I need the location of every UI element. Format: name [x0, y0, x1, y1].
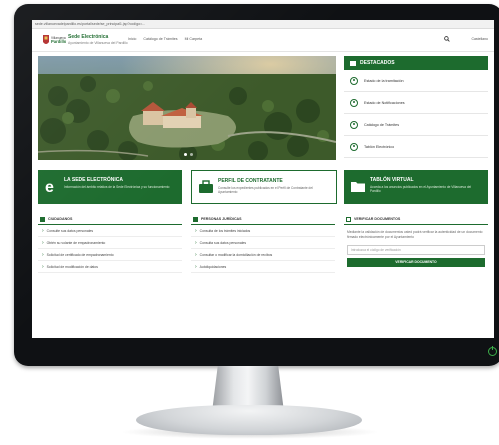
tile-perfil-contratante[interactable]: PERFIL DE CONTRATANTE Consulte los exped… — [191, 170, 337, 204]
list-item[interactable]: Obtén su volante de empadronamiento — [38, 237, 182, 249]
verify-description: Mediante la validación de documentos ust… — [347, 230, 483, 239]
carousel-dot-2[interactable] — [190, 153, 193, 156]
link-columns: CIUDADANOS Consulte sus datos personales… — [38, 214, 488, 334]
screen: sede.villanuevadelpardillo.es/portal/sed… — [32, 20, 494, 338]
address-bar[interactable]: sede.villanuevadelpardillo.es/portal/sed… — [32, 20, 494, 29]
tile-text: Información del ámbito relativa de la Se… — [64, 185, 170, 189]
person-icon — [40, 216, 45, 222]
language-selector[interactable]: Castellano — [471, 37, 488, 41]
e-icon: e — [45, 179, 54, 194]
board-icon — [350, 142, 358, 151]
search-icon[interactable] — [444, 36, 450, 42]
site-title[interactable]: Sede Electrónica — [68, 34, 108, 40]
featured-item-label: Estado de Notificaciones — [364, 100, 405, 105]
featured-item-notificaciones[interactable]: Estado de Notificaciones — [344, 92, 488, 114]
monitor-frame: sede.villanuevadelpardillo.es/portal/sed… — [14, 4, 499, 366]
carousel-indicators — [184, 153, 193, 156]
list-item[interactable]: Autoliquidaciones — [191, 261, 335, 273]
list-item[interactable]: Solicitud de modificación de datos — [38, 261, 182, 273]
monitor-stand-base — [136, 405, 362, 435]
tile-title: LA SEDE ELECTRÓNICA — [64, 177, 123, 183]
list-item[interactable]: Consulta de los trámites iniciados — [191, 225, 335, 237]
featured-item-catalogo[interactable]: Catálogo de Trámites — [344, 114, 488, 136]
featured-title: DESTACADOS — [360, 60, 395, 66]
column-verificar: VERIFICAR DOCUMENTOS Mediante la validac… — [344, 214, 488, 270]
site-header: Villanueva Pardillo Sede Electrónica Ayu… — [32, 29, 494, 52]
verify-document-button[interactable]: VERIFICAR DOCUMENTO — [347, 258, 485, 267]
document-icon — [346, 216, 351, 222]
tile-text: Acceda a los anuncios publicados en el A… — [370, 185, 472, 194]
list-icon — [350, 120, 358, 129]
tile-tablon-virtual[interactable]: TABLÓN VIRTUAL Acceda a los anuncios pub… — [344, 170, 488, 204]
featured-item-label: Estado de la tramitación — [364, 78, 404, 83]
featured-item-tablon[interactable]: Tablón Electrónico — [344, 136, 488, 158]
featured-item-tramitacion[interactable]: Estado de la tramitación — [344, 70, 488, 92]
carousel-dot-1[interactable] — [184, 153, 187, 156]
column-header: CIUDADANOS — [38, 214, 182, 225]
main-nav: Inicio Catálogo de Trámites Mi Carpeta — [128, 37, 202, 41]
bell-icon — [350, 98, 358, 107]
list-item[interactable]: Consulte sus datos personales — [38, 225, 182, 237]
tile-title: TABLÓN VIRTUAL — [370, 177, 414, 183]
column-ciudadanos: CIUDADANOS Consulte sus datos personales… — [38, 214, 182, 273]
column-title: PERSONAS JURÍDICAS — [201, 217, 242, 221]
column-title: VERIFICAR DOCUMENTOS — [354, 217, 401, 221]
svg-text:e: e — [45, 179, 54, 194]
featured-panel: DESTACADOS Estado de la tramitación Esta… — [344, 56, 488, 160]
municipal-logo[interactable]: Villanueva Pardillo — [40, 33, 66, 48]
clock-icon — [350, 76, 358, 85]
svg-text:Pardillo: Pardillo — [51, 39, 66, 44]
nav-item-folder[interactable]: Mi Carpeta — [185, 37, 203, 41]
feature-tiles: e LA SEDE ELECTRÓNICA Información del ám… — [38, 170, 488, 204]
tile-text: Consulte los expedientes publicados en e… — [218, 186, 313, 195]
hero-aerial-photo — [38, 56, 336, 160]
hero-carousel[interactable] — [38, 56, 336, 160]
list-item[interactable]: Consulta sus datos personales — [191, 237, 335, 249]
list-item[interactable]: Solicitud de certificado de empadronamie… — [38, 249, 182, 261]
tile-title: PERFIL DE CONTRATANTE — [218, 178, 283, 184]
folder-icon — [351, 182, 365, 192]
column-personas-juridicas: PERSONAS JURÍDICAS Consulta de los trámi… — [191, 214, 335, 273]
tile-sede[interactable]: e LA SEDE ELECTRÓNICA Información del ám… — [38, 170, 182, 204]
column-title: CIUDADANOS — [48, 217, 73, 221]
column-header: VERIFICAR DOCUMENTOS — [344, 214, 488, 225]
nav-item-home[interactable]: Inicio — [128, 37, 136, 41]
site-subtitle: Ayuntamiento de Villanueva del Pardillo — [68, 41, 128, 45]
building-icon — [193, 216, 198, 222]
verification-code-input[interactable]: Introduzca el código de verificación — [347, 245, 485, 255]
featured-header: DESTACADOS — [344, 56, 488, 70]
nav-item-catalog[interactable]: Catálogo de Trámites — [143, 37, 177, 41]
featured-item-label: Tablón Electrónico — [364, 144, 395, 149]
power-icon[interactable] — [488, 346, 497, 356]
briefcase-icon — [199, 180, 213, 193]
featured-item-label: Catálogo de Trámites — [364, 122, 400, 127]
list-item[interactable]: Consultar o modificar la domiciliación d… — [191, 249, 335, 261]
star-icon — [350, 60, 356, 66]
column-header: PERSONAS JURÍDICAS — [191, 214, 335, 225]
